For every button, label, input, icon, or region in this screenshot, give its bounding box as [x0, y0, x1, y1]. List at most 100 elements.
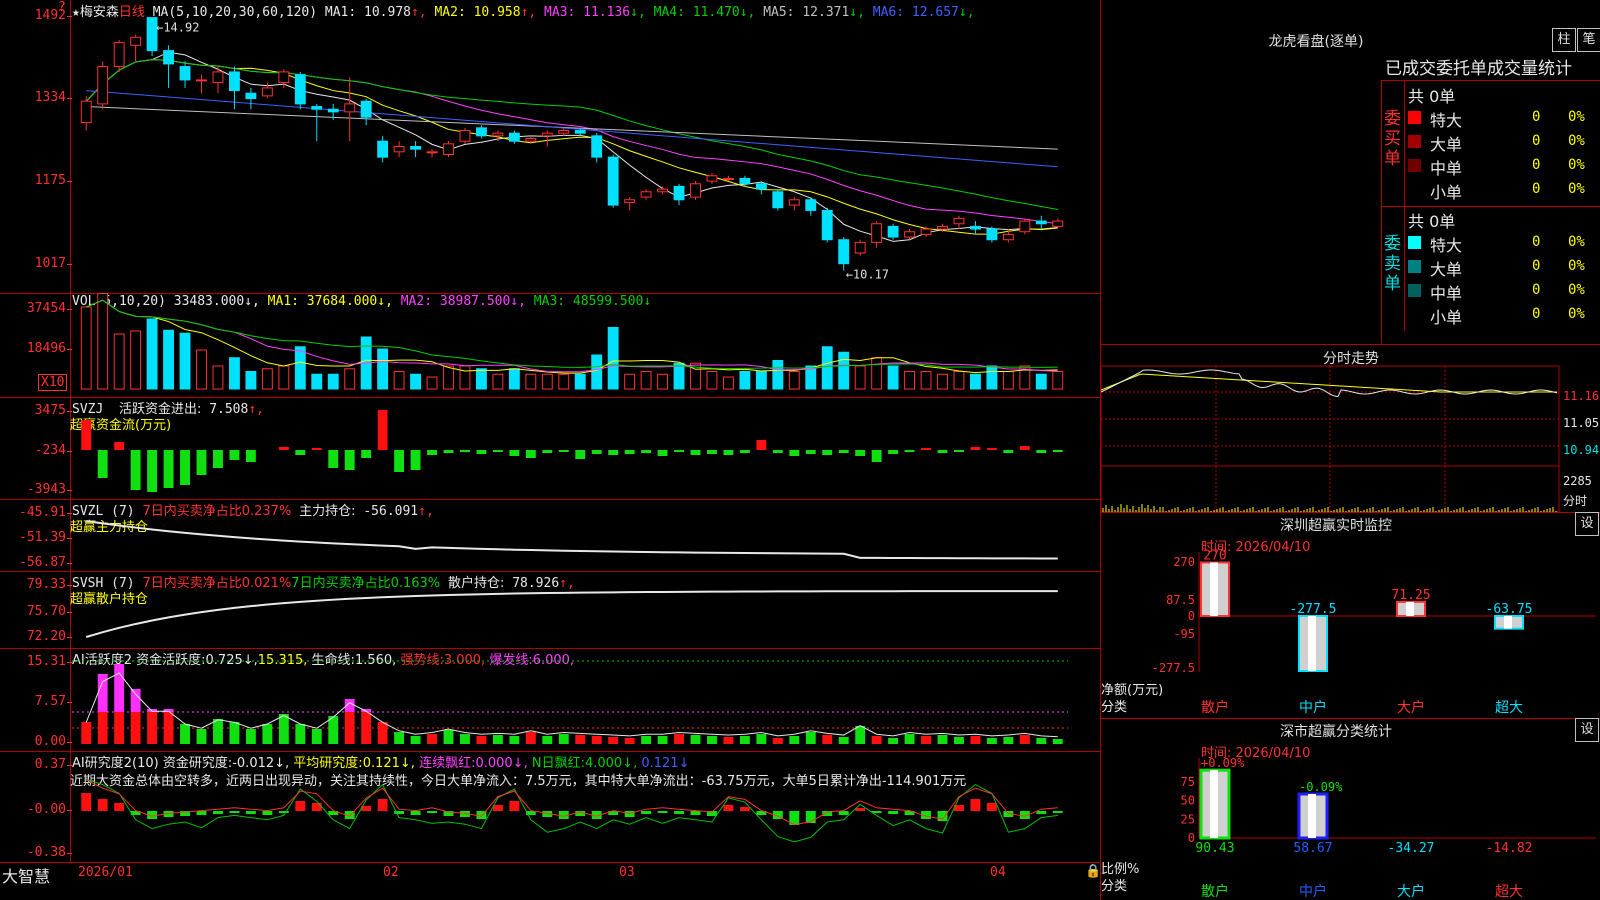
candle-body: [755, 183, 767, 190]
bar-view-button[interactable]: 柱: [1552, 28, 1576, 52]
order-pct: 0%: [1568, 157, 1585, 173]
order-size-label: 中单: [1430, 284, 1463, 303]
ai1-bar: [641, 736, 652, 744]
intraday-chart[interactable]: [1101, 344, 1600, 512]
candle-body: [607, 156, 619, 206]
candle-body: [937, 225, 948, 230]
legend-swatch: [1408, 135, 1421, 148]
svzj-bar: [608, 450, 619, 455]
svzj-bar: [575, 450, 586, 459]
ai1-bar: [328, 716, 339, 744]
svzj-bar: [937, 450, 948, 453]
volume-bar: [261, 368, 273, 390]
svzj-bar: [213, 450, 223, 468]
svzj-bar: [163, 450, 174, 488]
legend-swatch: [1408, 159, 1421, 172]
ai2-bar: [690, 811, 701, 815]
ai2-bar: [410, 811, 421, 815]
svzj-bar: [509, 450, 520, 456]
low-price-note: ←10.17: [846, 268, 889, 282]
ai1-bar: [954, 737, 964, 744]
ai1-bar: [904, 734, 915, 744]
candle-body: [871, 223, 883, 243]
volume-bar: [278, 365, 290, 390]
ai1-bar: [855, 726, 866, 744]
volume-bar: [920, 371, 932, 390]
candle-body: [887, 225, 899, 238]
candle-body: [228, 71, 240, 92]
volume-bar: [607, 327, 619, 390]
volume-bar: [1035, 373, 1047, 390]
svzj-bar: [1036, 450, 1047, 453]
ai1-bar: [311, 729, 322, 744]
ai1-bar: [245, 729, 256, 744]
ai1-bar: [443, 730, 454, 744]
lock-icon[interactable]: 🔒: [1085, 864, 1101, 879]
intraday-panel[interactable]: 分时走势 11.16 11.05 10.94 2285 分时: [1100, 344, 1600, 513]
volume-bar: [1052, 371, 1064, 390]
volume-bar: [772, 360, 784, 390]
lhb-table: 委买单 共 0单 特大 0 0% 大单 0 0% 中单 0 0% 小单 0 0% 委卖单 共 0单 特…: [1381, 80, 1600, 343]
candle-body: [558, 130, 570, 134]
ai1-bar-peak: [114, 664, 125, 712]
tick-view-button[interactable]: 笔: [1577, 28, 1600, 52]
ai1-bar: [921, 736, 931, 744]
volume-bar: [591, 354, 603, 390]
sz-class-category: 中户: [1299, 883, 1327, 900]
sz-monitor-bar-highlight: [1406, 601, 1414, 616]
svzl-chart[interactable]: [0, 499, 1100, 571]
ai2-bar: [739, 807, 750, 811]
order-size-label: 小单: [1430, 308, 1463, 327]
ai2-bar: [1052, 811, 1063, 813]
svzj-bar: [410, 450, 421, 470]
svzj-bar: [476, 450, 487, 454]
svzj-bar: [690, 450, 701, 455]
lhb-tabs[interactable]: 已成交委托单成交量统计: [1385, 54, 1572, 79]
svzj-bar: [904, 450, 915, 452]
ai-research-panel[interactable]: 0.37 -0.00 -0.38 AI研究度2(10) 资金研究度:-0.012…: [0, 751, 1100, 863]
ai2-bar: [657, 811, 668, 813]
svzl-panel[interactable]: -45.91 -51.39 -56.87 SVZL (7) 7日内买卖净占比0.…: [0, 499, 1100, 572]
svzj-bar: [328, 450, 339, 468]
volume-bar: [541, 373, 553, 390]
ai1-bar: [525, 732, 536, 744]
svzj-chart[interactable]: [0, 397, 1100, 499]
ai2-bar: [855, 808, 866, 811]
ai1-bar: [492, 735, 503, 744]
sz-class-bar-highlight: [1308, 793, 1316, 838]
volume-bar: [986, 365, 998, 390]
candle-body: [673, 185, 685, 201]
ai-research-chart[interactable]: [0, 751, 1100, 862]
intraday-tick: 11.16: [1563, 389, 1600, 403]
ai1-bar: [591, 736, 602, 744]
order-size-label: 中单: [1430, 159, 1463, 178]
svsh-chart[interactable]: [0, 571, 1100, 648]
ai-activity-panel[interactable]: 15.31 7.57 0.00 AI活跃度2 资金活跃度:0.725↓,15.3…: [0, 648, 1100, 752]
sz-monitor-category: 超大: [1495, 700, 1523, 716]
candle-body: [278, 71, 290, 84]
ai1-bar: [1003, 737, 1014, 744]
svzj-bar: [1019, 446, 1030, 450]
ai1-bar: [394, 732, 405, 744]
svzj-bar: [361, 450, 372, 458]
intraday-tick: 2285: [1563, 474, 1592, 488]
volume-bar: [838, 351, 850, 390]
svzj-bar: [739, 450, 750, 453]
volume-chart[interactable]: [0, 293, 1100, 397]
svzj-bar: [130, 450, 141, 490]
volume-bar: [525, 373, 537, 390]
ai1-bar: [690, 735, 701, 744]
candle-body: [805, 199, 817, 211]
kline-panel[interactable]: ? 1492 1334 1175 1017 ★梅安森日线 MA(5,10,20,…: [0, 0, 1100, 294]
ai-activity-chart[interactable]: [0, 648, 1100, 751]
volume-bar: [179, 332, 191, 390]
svsh-panel[interactable]: 79.33 75.70 72.20 SVSH (7) 7日内买卖净占比0.021…: [0, 571, 1100, 649]
order-pct: 0%: [1568, 109, 1585, 125]
lhb-panel: 龙虎看盘(逐单) 柱 笔 已成交委托单成交量统计 委买单 共 0单 特大 0 0% 大…: [1100, 0, 1600, 345]
ai1-bar: [196, 729, 207, 744]
kline-chart[interactable]: ←14.92 ←10.17: [0, 0, 1100, 293]
volume-panel[interactable]: 37454 18496 X10 VOL(5,10,20) 33483.000↓,…: [0, 293, 1100, 398]
x-label: 04: [990, 865, 1006, 880]
order-pct: 0%: [1568, 234, 1585, 250]
svzj-panel[interactable]: 3475 -234 -3943 SVZJ 活跃资金进出: 7.508↑, 超赢资…: [0, 397, 1100, 500]
